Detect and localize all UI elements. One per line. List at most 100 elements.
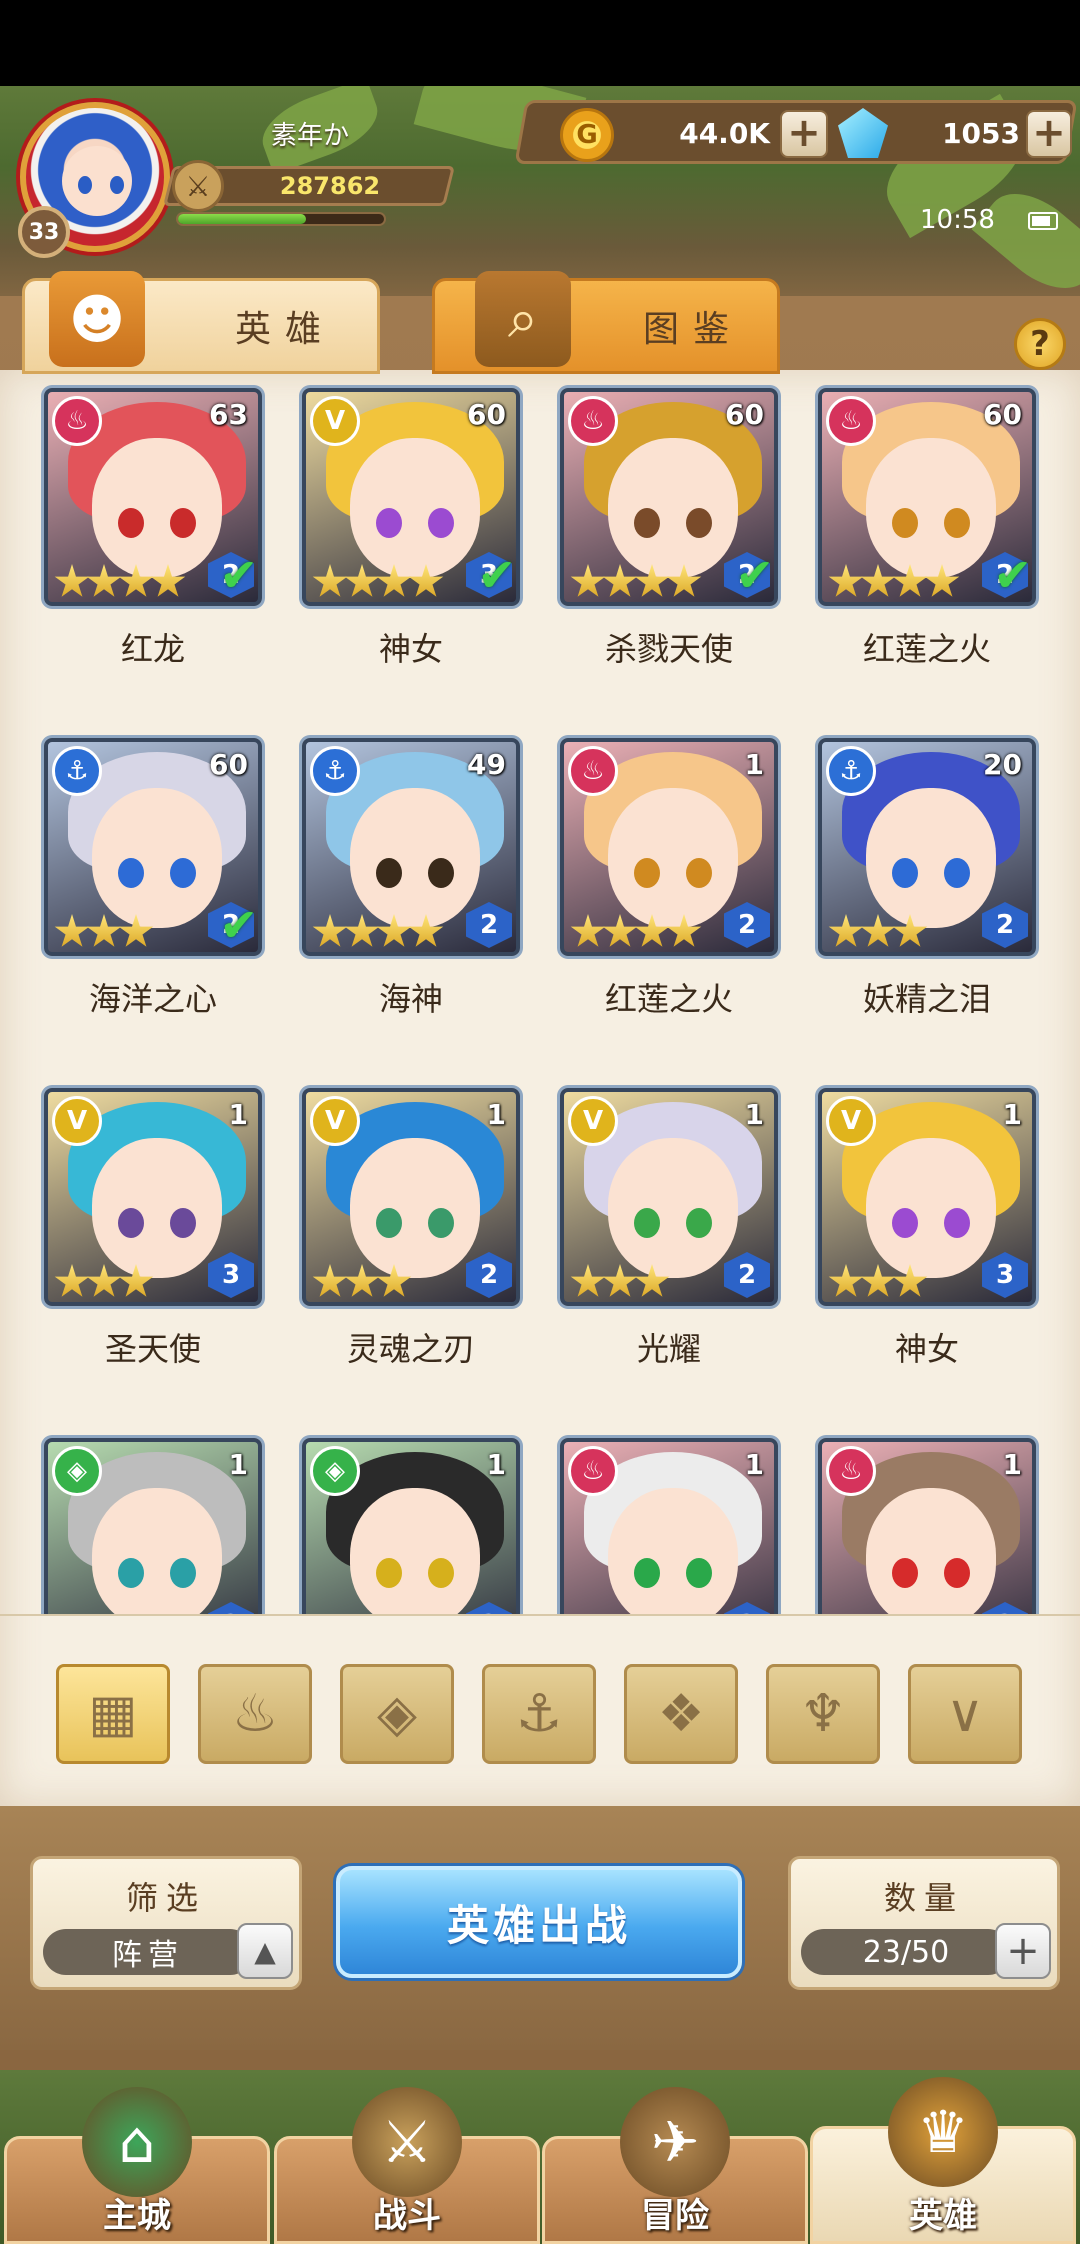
status-bar [0,0,1080,86]
faction-filter-ice[interactable]: ◈ [340,1664,454,1764]
star-icon [634,1264,670,1297]
hero-face [866,788,996,928]
hero-grade-badge: 2 [208,1602,254,1614]
nav-castle[interactable]: ⌂ 主城 [4,2087,270,2244]
hero-card[interactable]: ◈ 1 2 [44,1438,262,1614]
star-icon [860,1264,896,1297]
exp-fill [178,214,306,224]
star-icon [602,914,638,947]
hero-eye [118,508,144,538]
expand-capacity-button[interactable]: + [995,1923,1051,1979]
faction-filter-light[interactable]: ∨ [908,1664,1022,1764]
nav-map[interactable]: ✈ 冒险 [542,2087,808,2244]
star-icon [634,564,670,597]
hero-card[interactable]: V 1 3 圣天使 [44,1088,262,1368]
hero-card[interactable]: ♨ 60 2 ✔ 杀戮天使 [560,388,778,668]
faction-filter-all[interactable]: ▦ [56,1664,170,1764]
star-icon [602,1264,638,1297]
filter-select[interactable]: 阵营 [43,1929,253,1975]
exp-bar [176,212,386,226]
chevron-up-icon[interactable]: ▲ [237,1923,293,1979]
hero-card[interactable]: V 1 3 神女 [818,1088,1036,1368]
hero-eye [686,1558,712,1588]
swords-icon: ⚔ [352,2087,462,2197]
faction-water-icon: ⚓ [826,746,876,796]
add-gems-button[interactable]: + [1026,110,1072,158]
star-icon [634,914,670,947]
tab-heroes[interactable]: ☻ 英雄 [22,271,380,374]
hero-portrait: ◈ 1 2 [302,1438,520,1614]
player-name: 素年か [270,121,349,151]
hero-card[interactable]: ⚓ 60 2 ✔ 海洋之心 [44,738,262,1018]
hero-card[interactable]: ♨ 1 2 [818,1438,1036,1614]
faction-light-icon: V [826,1096,876,1146]
hero-card[interactable]: ⚓ 49 2 海神 [302,738,520,1018]
hero-stars [828,564,960,600]
hero-level: 60 [983,398,1022,431]
hero-card[interactable]: V 1 2 灵魂之刃 [302,1088,520,1368]
hero-level: 60 [467,398,506,431]
hero-card[interactable]: ⚓ 20 2 妖精之泪 [818,738,1036,1018]
star-icon [602,564,638,597]
star-icon [924,564,960,597]
hero-eye [428,1558,454,1588]
hero-grade-badge: 3 [208,1252,254,1298]
help-button[interactable]: ? [1014,318,1066,370]
hero-grade-badge: 2 [466,902,512,948]
faction-filter-water[interactable]: ⚓ [482,1664,596,1764]
hero-level: 1 [1002,1098,1022,1131]
add-gold-button[interactable]: + [780,110,828,158]
hero-grade-badge: 2 [724,902,770,948]
hero-level: 1 [744,1098,764,1131]
hero-eye [686,508,712,538]
wing-icon: ∨ [945,1684,985,1744]
hero-card[interactable]: V 60 3 ✔ 神女 [302,388,520,668]
gold-amount: 44.0K [679,117,770,150]
hero-face [92,1138,222,1278]
hero-face [608,1488,738,1614]
hero-card[interactable]: V 1 2 光耀 [560,1088,778,1368]
hero-level: 1 [1002,1448,1022,1481]
star-icon [54,914,90,947]
hero-portrait: ⚓ 20 2 [818,738,1036,956]
hero-card[interactable]: ♨ 63 2 ✔ 红龙 [44,388,262,668]
hero-name: 海神 [378,980,443,1018]
filter-title: 筛选 [125,1879,206,1917]
hero-face [866,1488,996,1614]
hero-face [92,1488,222,1614]
hero-card[interactable]: ♨ 1 2 红莲之火 [560,738,778,1018]
hero-portrait: ⚓ 49 2 [302,738,520,956]
hero-card[interactable]: ◈ 1 2 [302,1438,520,1614]
hero-grade-badge: 2 [466,1252,512,1298]
faction-filter-dark[interactable]: ♆ [766,1664,880,1764]
nav-swords[interactable]: ⚔ 战斗 [274,2087,540,2244]
faction-filter-fire[interactable]: ♨ [198,1664,312,1764]
faction-filter-beast[interactable]: ❖ [624,1664,738,1764]
deploy-heroes-button[interactable]: 英雄出战 [336,1866,742,1978]
hero-stars [312,1264,412,1300]
player-avatar[interactable]: 33 [14,96,184,266]
hero-eye [944,508,970,538]
helmet-icon: ♛ [888,2077,998,2187]
faction-beast-icon: ◈ [52,1446,102,1496]
nav-helmet[interactable]: ♛ 英雄 [810,2077,1076,2244]
hero-card[interactable]: ♨ 60 2 ✔ 红莲之火 [818,388,1036,668]
checkmark-icon: ✔ [477,548,516,602]
star-icon [118,1264,154,1297]
hero-stars [828,914,928,950]
hero-eye [686,858,712,888]
hero-grade-badge: 3 [982,1252,1028,1298]
star-icon [666,914,702,947]
hero-face [92,788,222,928]
hero-eye [892,508,918,538]
hero-level: 1 [228,1448,248,1481]
hero-card[interactable]: ♨ 1 2 [560,1438,778,1614]
faction-light-icon: V [52,1096,102,1146]
hero-portrait: ♨ 63 2 ✔ [44,388,262,606]
faction-light-icon: V [310,396,360,446]
hero-name: 红莲之火 [862,630,991,668]
hero-eye [892,1208,918,1238]
hero-name: 红莲之火 [604,980,733,1018]
tab-dex[interactable]: ⌕ 图鉴 [432,271,780,374]
hero-eye [428,858,454,888]
